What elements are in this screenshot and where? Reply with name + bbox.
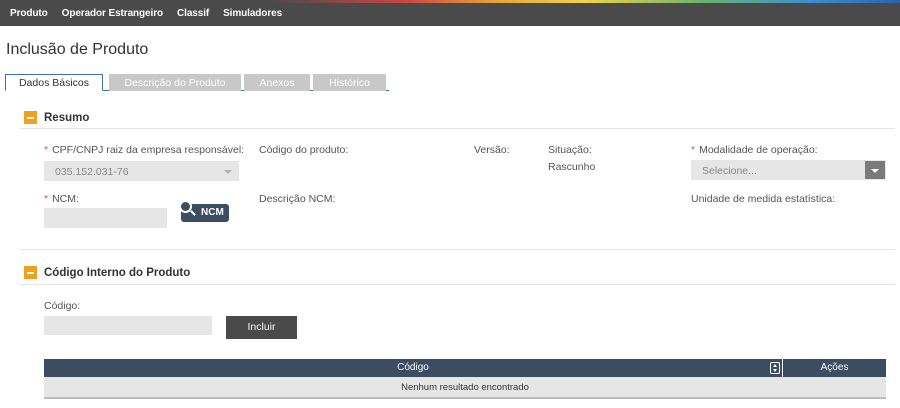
- section-resumo-header: Resumo: [24, 111, 89, 124]
- versao-label: Versão:: [474, 144, 510, 156]
- main-menu: Produto Operador Estrangeiro Classif Sim…: [10, 8, 296, 19]
- codigo-produto-label: Código do produto:: [259, 144, 349, 156]
- incluir-button[interactable]: Incluir: [226, 316, 297, 339]
- chevron-down-icon: [865, 161, 885, 179]
- ncm-label: * NCM:: [44, 193, 79, 205]
- required-mark: *: [44, 144, 49, 156]
- cnpj-label: * CPF/CNPJ raiz da empresa responsável:: [44, 144, 245, 156]
- section-codigo-interno-title: Código Interno do Produto: [44, 266, 191, 279]
- top-menu-bar: Produto Operador Estrangeiro Classif Sim…: [0, 0, 900, 26]
- modalidade-select[interactable]: Selecione...: [691, 160, 886, 180]
- ncm-search-button[interactable]: NCM: [179, 200, 229, 222]
- ncm-button-label: NCM: [201, 207, 224, 218]
- menu-item-operador-estrangeiro[interactable]: Operador Estrangeiro: [62, 8, 163, 19]
- situacao-value: Rascunho: [548, 161, 596, 173]
- situacao-label: Situação:: [548, 144, 592, 156]
- modalidade-label: * Modalidade de operação:: [691, 144, 818, 156]
- cnpj-select[interactable]: 035.152.031-76: [44, 161, 239, 181]
- collapse-resumo-icon[interactable]: [24, 111, 37, 124]
- codigo-table-header: Código Ações: [44, 359, 886, 377]
- chevron-down-icon: [218, 162, 238, 180]
- section-divider: [20, 249, 895, 250]
- cnpj-value: 035.152.031-76: [55, 166, 129, 178]
- tab-descricao-produto[interactable]: Descrição do Produto: [109, 74, 241, 91]
- required-mark: *: [44, 193, 49, 205]
- menu-item-simuladores[interactable]: Simuladores: [223, 8, 282, 19]
- section-codigo-interno-header: Código Interno do Produto: [24, 266, 190, 279]
- modalidade-placeholder: Selecione...: [702, 165, 757, 177]
- ncm-input[interactable]: [44, 208, 167, 228]
- brand-stripe: [0, 0, 900, 3]
- unidade-medida-label: Unidade de medida estatística:: [691, 193, 836, 205]
- descricao-ncm-label: Descrição NCM:: [259, 193, 336, 205]
- codigo-label: Código:: [44, 300, 81, 312]
- required-mark: *: [691, 144, 696, 156]
- column-header-codigo[interactable]: Código: [44, 359, 782, 377]
- page-title: Inclusão de Produto: [6, 41, 149, 58]
- menu-item-produto[interactable]: Produto: [10, 8, 48, 19]
- sort-icon[interactable]: [770, 362, 780, 374]
- section-codigo-interno-divider: [20, 284, 895, 285]
- tab-dados-basicos[interactable]: Dados Básicos: [5, 74, 103, 91]
- magnifier-icon: [179, 200, 192, 213]
- codigo-input[interactable]: [44, 316, 212, 335]
- menu-item-classif[interactable]: Classif: [177, 8, 209, 19]
- tab-historico[interactable]: Histórico: [313, 74, 386, 91]
- column-header-acoes: Ações: [820, 362, 849, 373]
- collapse-codigo-interno-icon[interactable]: [24, 266, 37, 279]
- section-resumo-divider: [20, 128, 895, 129]
- tab-anexos[interactable]: Anexos: [244, 74, 310, 91]
- table-empty-row: Nenhum resultado encontrado: [44, 377, 886, 399]
- section-resumo-title: Resumo: [44, 111, 90, 124]
